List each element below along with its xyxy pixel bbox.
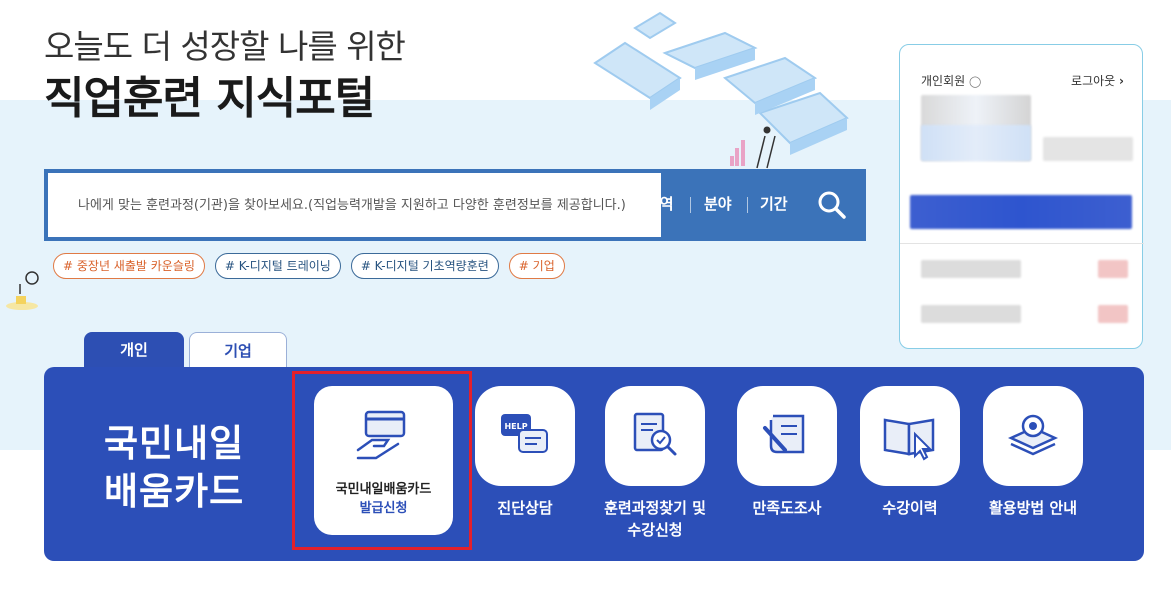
gear-stack-icon (1007, 414, 1059, 456)
service-icon-box (983, 386, 1083, 486)
lightbulb-icon (6, 271, 39, 310)
hero-subtitle: 오늘도 더 성장할 나를 위한 (44, 27, 406, 66)
login-divider (900, 243, 1144, 244)
blurred-user-extra (1043, 137, 1133, 161)
chevron-right-icon: › (1119, 74, 1124, 88)
service-label-line1: 훈련과정찾기 및 (604, 499, 706, 517)
service-label: 진단상담 (497, 499, 553, 517)
service-label: 활용방법 안내 (988, 499, 1078, 517)
tag-k-digital-training[interactable]: # K-디지털 트레이닝 (214, 253, 341, 279)
filter-divider (690, 197, 691, 213)
user-icon: ◯ (969, 75, 982, 88)
hashtag-list: # 중장년 새출발 카운슬링 # K-디지털 트레이닝 # K-디지털 기초역량… (53, 253, 565, 279)
blurred-row (921, 305, 1021, 323)
logout-label: 로그아웃 (1071, 74, 1116, 88)
tag-k-digital-basic[interactable]: # K-디지털 기초역량훈련 (350, 253, 499, 279)
service-label: 수강이력 (882, 499, 938, 517)
blurred-row-badge (1098, 260, 1128, 278)
service-label: 만족도조사 (752, 499, 822, 517)
tab-personal[interactable]: 개인 (84, 332, 184, 368)
blurred-row-badge (1098, 305, 1128, 323)
search-input[interactable] (48, 173, 661, 237)
service-guide-button[interactable]: 활용방법 안내 (983, 386, 1093, 519)
service-consultation-button[interactable]: HELP 진단상담 (475, 386, 575, 519)
member-label: 개인회원 (921, 74, 966, 88)
logout-link[interactable]: 로그아웃 › (1071, 72, 1124, 89)
filter-region-button[interactable]: 지역 (646, 193, 674, 214)
service-label: 훈련과정찾기 및 수강신청 (590, 497, 720, 541)
tag-company[interactable]: # 기업 (508, 253, 565, 279)
service-course-search-button[interactable]: 훈련과정찾기 및 수강신청 (604, 386, 720, 541)
book-cursor-icon (883, 418, 935, 461)
member-type: 개인회원 ◯ (921, 72, 981, 89)
filter-period-button[interactable]: 기간 (760, 193, 788, 214)
service-survey-button[interactable]: 만족도조사 (737, 386, 837, 519)
document-search-icon (633, 412, 677, 456)
panel-title-line1: 국민내일 (104, 422, 245, 465)
service-icon-box (605, 386, 705, 486)
tag-midlife-counseling[interactable]: # 중장년 새출발 카운슬링 (53, 253, 205, 279)
search-bar: 지역 분야 기간 (44, 169, 866, 241)
service-icon-box (860, 386, 960, 486)
hero-title: 직업훈련 지식포털 (44, 73, 375, 124)
blurred-card-button[interactable] (910, 195, 1132, 229)
service-label-line2: 수강신청 (627, 521, 683, 539)
panel-title: 국민내일 배움카드 (104, 420, 244, 516)
blurred-user-detail (921, 125, 1031, 161)
panel-title-line2: 배움카드 (104, 470, 245, 513)
highlight-box (292, 371, 472, 550)
service-icon-box: HELP (475, 386, 575, 486)
filter-divider (747, 197, 748, 213)
survey-pen-icon (763, 414, 805, 454)
blurred-row (921, 260, 1021, 278)
search-icon[interactable] (814, 187, 850, 223)
hrd-illustration (593, 11, 849, 169)
service-history-button[interactable]: 수강이력 (860, 386, 960, 519)
tab-company[interactable]: 기업 (189, 332, 287, 368)
filter-field-button[interactable]: 분야 (704, 193, 732, 214)
member-login-box: 개인회원 ◯ 로그아웃 › (899, 44, 1144, 349)
help-chat-icon: HELP (501, 414, 548, 453)
service-icon-box (737, 386, 837, 486)
